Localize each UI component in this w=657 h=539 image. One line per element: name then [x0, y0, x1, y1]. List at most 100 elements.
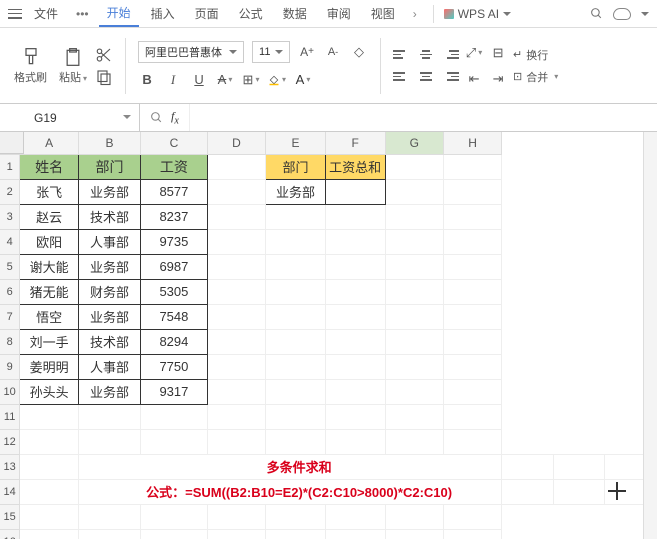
cell[interactable]: [266, 204, 326, 229]
cell[interactable]: 张飞: [20, 179, 79, 204]
cell[interactable]: [325, 354, 385, 379]
cell[interactable]: [140, 504, 207, 529]
cell[interactable]: [20, 479, 79, 504]
cell[interactable]: 谢大能: [20, 254, 79, 279]
cell[interactable]: [385, 404, 443, 429]
cell[interactable]: 公式：=SUM((B2:B10=E2)*(C2:C10>8000)*C2:C10…: [78, 479, 501, 504]
search-icon[interactable]: [150, 111, 163, 124]
cell[interactable]: [207, 204, 265, 229]
cell[interactable]: [443, 304, 501, 329]
cell[interactable]: [443, 379, 501, 404]
col-header[interactable]: D: [207, 132, 265, 154]
col-header[interactable]: F: [325, 132, 385, 154]
cell[interactable]: 赵云: [20, 204, 79, 229]
col-header[interactable]: B: [78, 132, 140, 154]
cell[interactable]: [207, 254, 265, 279]
cell[interactable]: [385, 329, 443, 354]
cell[interactable]: 工资: [140, 154, 207, 179]
wrap-text-button[interactable]: ↵换行: [513, 47, 558, 63]
cell[interactable]: [443, 504, 501, 529]
select-all-corner[interactable]: [0, 132, 24, 154]
align-right-button[interactable]: [441, 68, 459, 86]
wps-ai-button[interactable]: WPS AI: [444, 7, 511, 21]
row-header[interactable]: 6: [0, 279, 20, 304]
cell[interactable]: [266, 279, 326, 304]
cell[interactable]: [325, 329, 385, 354]
cell[interactable]: [207, 529, 265, 539]
cell[interactable]: [325, 504, 385, 529]
font-name-select[interactable]: 阿里巴巴普惠体: [138, 41, 244, 63]
cell[interactable]: 部门: [266, 154, 326, 179]
cell[interactable]: 业务部: [78, 304, 140, 329]
cell[interactable]: [443, 529, 501, 539]
cell[interactable]: [385, 379, 443, 404]
cell[interactable]: [385, 279, 443, 304]
cell[interactable]: [207, 379, 265, 404]
cell[interactable]: [325, 304, 385, 329]
cell[interactable]: [443, 204, 501, 229]
cell[interactable]: 刘一手: [20, 329, 79, 354]
cell[interactable]: 9317: [140, 379, 207, 404]
font-color-button[interactable]: A▾: [294, 71, 312, 89]
fx-icon[interactable]: fx: [171, 109, 179, 126]
cell[interactable]: [325, 204, 385, 229]
cell[interactable]: [78, 429, 140, 454]
indent-decrease-button[interactable]: ⇤: [465, 70, 483, 88]
cell[interactable]: [207, 154, 265, 179]
cell[interactable]: [207, 404, 265, 429]
cell[interactable]: [207, 279, 265, 304]
scissors-icon[interactable]: [95, 46, 113, 64]
copy-icon[interactable]: [95, 68, 113, 86]
cell[interactable]: [20, 454, 79, 479]
cell[interactable]: [553, 454, 605, 479]
cell[interactable]: [325, 254, 385, 279]
cell[interactable]: 业务部: [78, 254, 140, 279]
cell[interactable]: 部门: [78, 154, 140, 179]
cell[interactable]: [78, 404, 140, 429]
row-header[interactable]: 1: [0, 154, 20, 179]
cell[interactable]: [385, 229, 443, 254]
row-header[interactable]: 4: [0, 229, 20, 254]
cell[interactable]: [325, 529, 385, 539]
cell[interactable]: 悟空: [20, 304, 79, 329]
distribute-button[interactable]: ⊟: [489, 44, 507, 62]
cell[interactable]: [443, 279, 501, 304]
cloud-icon[interactable]: [613, 8, 631, 20]
tab-insert[interactable]: 插入: [143, 1, 183, 26]
row-header[interactable]: 2: [0, 179, 20, 204]
cell[interactable]: 8577: [140, 179, 207, 204]
row-header[interactable]: 15: [0, 504, 20, 529]
cell[interactable]: [385, 154, 443, 179]
menu-file[interactable]: 文件: [26, 1, 66, 26]
cell[interactable]: [207, 304, 265, 329]
name-box[interactable]: G19: [0, 104, 140, 131]
vertical-scrollbar[interactable]: [643, 132, 657, 539]
cell[interactable]: [20, 529, 79, 539]
cell[interactable]: [266, 329, 326, 354]
tab-view[interactable]: 视图: [363, 1, 403, 26]
cell[interactable]: [266, 529, 326, 539]
cell[interactable]: 人事部: [78, 354, 140, 379]
cell[interactable]: [443, 329, 501, 354]
cell[interactable]: [207, 329, 265, 354]
hamburger-icon[interactable]: [8, 9, 22, 19]
cell[interactable]: [443, 404, 501, 429]
cell[interactable]: 业务部: [78, 379, 140, 404]
row-header[interactable]: 9: [0, 354, 20, 379]
cell[interactable]: [325, 429, 385, 454]
cell[interactable]: [443, 429, 501, 454]
cell[interactable]: 财务部: [78, 279, 140, 304]
cell[interactable]: [207, 229, 265, 254]
cell[interactable]: 姓名: [20, 154, 79, 179]
cell[interactable]: [266, 229, 326, 254]
cell[interactable]: [325, 379, 385, 404]
cell[interactable]: 孙头头: [20, 379, 79, 404]
row-header[interactable]: 16: [0, 529, 20, 539]
fill-color-button[interactable]: ▾: [268, 71, 286, 89]
paste-button[interactable]: 粘贴▾: [55, 45, 91, 87]
chevron-down-icon[interactable]: [641, 12, 649, 20]
cell[interactable]: [20, 404, 79, 429]
border-button[interactable]: ⊞▾: [242, 71, 260, 89]
col-header[interactable]: H: [443, 132, 501, 154]
underline-button[interactable]: U: [190, 71, 208, 89]
